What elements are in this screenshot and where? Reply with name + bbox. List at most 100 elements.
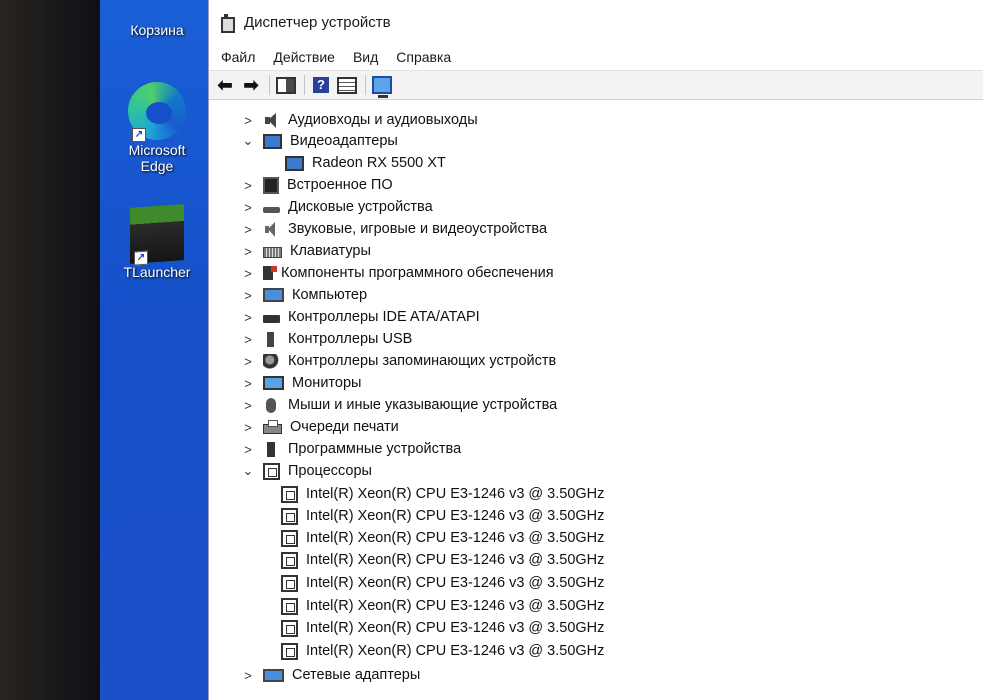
device-label: Intel(R) Xeon(R) CPU E3-1246 v3 @ 3.50GH… <box>306 598 605 614</box>
menu-help[interactable]: Справка <box>396 49 451 65</box>
menu-file[interactable]: Файл <box>221 49 255 65</box>
recycle-bin-shortcut[interactable]: Корзина <box>112 22 202 38</box>
tree-category-usb[interactable]: > Контроллеры USB <box>241 329 412 349</box>
network-adapter-icon <box>263 668 284 682</box>
tree-category-mice[interactable]: > Мыши и иные указывающие устройства <box>241 395 557 415</box>
sound-icon <box>263 221 280 237</box>
tree-category-software-components[interactable]: > Компоненты программного обеспечения <box>241 263 553 283</box>
recycle-bin-label: Корзина <box>130 22 184 38</box>
monitor-icon <box>263 376 284 390</box>
menu-action[interactable]: Действие <box>273 49 335 65</box>
audio-icon <box>263 112 280 128</box>
expand-chevron-icon[interactable]: > <box>241 354 255 369</box>
software-device-icon <box>267 441 275 457</box>
device-label: Intel(R) Xeon(R) CPU E3-1246 v3 @ 3.50GH… <box>306 552 605 568</box>
printer-icon <box>263 420 282 434</box>
device-label: Radeon RX 5500 XT <box>312 155 446 171</box>
category-label: Компьютер <box>292 287 368 303</box>
tree-category-network-adapters[interactable]: > Сетевые адаптеры <box>241 665 420 685</box>
tree-category-processors[interactable]: ⌄ Процессоры <box>241 461 372 481</box>
toolbar-separator <box>269 75 270 95</box>
tlauncher-label: TLauncher <box>123 264 191 280</box>
tree-category-audio[interactable]: > Аудиовходы и аудиовыходы <box>241 110 477 130</box>
tree-category-disk-drives[interactable]: > Дисковые устройства <box>241 197 433 217</box>
properties-button[interactable] <box>337 76 357 94</box>
show-hide-tree-button[interactable] <box>276 76 296 94</box>
device-label: Intel(R) Xeon(R) CPU E3-1246 v3 @ 3.50GH… <box>306 530 605 546</box>
display-adapter-icon <box>263 133 282 149</box>
tree-device-cpu[interactable]: Intel(R) Xeon(R) CPU E3-1246 v3 @ 3.50GH… <box>281 506 604 526</box>
expand-chevron-icon[interactable]: > <box>241 200 255 215</box>
usb-icon <box>267 331 274 347</box>
expand-chevron-icon[interactable]: > <box>241 668 255 683</box>
collapse-chevron-icon[interactable]: ⌄ <box>241 133 255 149</box>
edge-shortcut[interactable]: ↗ Microsoft Edge <box>112 82 202 174</box>
tree-category-sound[interactable]: > Звуковые, игровые и видеоустройства <box>241 219 547 239</box>
category-label: Программные устройства <box>288 441 462 457</box>
expand-chevron-icon[interactable]: > <box>241 178 255 193</box>
computer-icon <box>263 288 284 302</box>
collapse-chevron-icon[interactable]: ⌄ <box>241 463 255 479</box>
tree-category-ide[interactable]: > Контроллеры IDE ATA/ATAPI <box>241 307 480 327</box>
tree-device-cpu[interactable]: Intel(R) Xeon(R) CPU E3-1246 v3 @ 3.50GH… <box>281 484 604 504</box>
expand-chevron-icon[interactable]: > <box>241 398 255 413</box>
edge-icon: ↗ <box>128 82 186 142</box>
category-label: Мониторы <box>292 375 362 391</box>
tree-category-keyboards[interactable]: > Клавиатуры <box>241 241 371 261</box>
properties-icon <box>337 76 357 94</box>
show-hide-tree-icon <box>276 76 296 94</box>
scan-hardware-button[interactable] <box>372 76 392 98</box>
device-label: Intel(R) Xeon(R) CPU E3-1246 v3 @ 3.50GH… <box>306 575 605 591</box>
tree-category-display-adapters[interactable]: ⌄ Видеоадаптеры <box>241 131 398 151</box>
ide-controller-icon <box>263 315 280 323</box>
cpu-icon <box>263 462 280 480</box>
help-button[interactable]: ? <box>311 76 331 94</box>
cpu-icon <box>281 551 298 569</box>
tree-device-gpu[interactable]: Radeon RX 5500 XT <box>285 153 446 173</box>
tree-device-cpu[interactable]: Intel(R) Xeon(R) CPU E3-1246 v3 @ 3.50GH… <box>281 550 604 570</box>
expand-chevron-icon[interactable]: > <box>241 244 255 259</box>
expand-chevron-icon[interactable]: > <box>241 310 255 325</box>
expand-chevron-icon[interactable]: > <box>241 420 255 435</box>
device-manager-icon <box>221 14 235 33</box>
toolbar-separator <box>304 75 305 95</box>
category-label: Дисковые устройства <box>288 199 433 215</box>
shortcut-arrow-icon: ↗ <box>132 128 146 142</box>
category-label: Контроллеры IDE ATA/ATAPI <box>288 309 480 325</box>
tree-device-cpu[interactable]: Intel(R) Xeon(R) CPU E3-1246 v3 @ 3.50GH… <box>281 618 604 638</box>
expand-chevron-icon[interactable]: > <box>241 332 255 347</box>
expand-chevron-icon[interactable]: > <box>241 288 255 303</box>
tree-device-cpu[interactable]: Intel(R) Xeon(R) CPU E3-1246 v3 @ 3.50GH… <box>281 641 604 661</box>
category-label: Звуковые, игровые и видеоустройства <box>288 221 548 237</box>
device-label: Intel(R) Xeon(R) CPU E3-1246 v3 @ 3.50GH… <box>306 643 605 659</box>
tree-device-cpu[interactable]: Intel(R) Xeon(R) CPU E3-1246 v3 @ 3.50GH… <box>281 528 604 548</box>
tree-device-cpu[interactable]: Intel(R) Xeon(R) CPU E3-1246 v3 @ 3.50GH… <box>281 573 604 593</box>
expand-chevron-icon[interactable]: > <box>241 222 255 237</box>
category-label: Контроллеры USB <box>288 331 413 347</box>
back-icon[interactable]: ⬅ <box>215 75 235 95</box>
scan-hardware-icon <box>372 76 392 98</box>
tree-category-computer[interactable]: > Компьютер <box>241 285 367 305</box>
tree-category-software-devices[interactable]: > Программные устройства <box>241 439 461 459</box>
device-label: Intel(R) Xeon(R) CPU E3-1246 v3 @ 3.50GH… <box>306 486 605 502</box>
expand-chevron-icon[interactable]: > <box>241 266 255 281</box>
cpu-icon <box>281 619 298 637</box>
device-tree: > Аудиовходы и аудиовыходы ⌄ Видеоадапте… <box>209 100 983 700</box>
tree-device-cpu[interactable]: Intel(R) Xeon(R) CPU E3-1246 v3 @ 3.50GH… <box>281 596 604 616</box>
tree-category-print-queues[interactable]: > Очереди печати <box>241 417 399 437</box>
tlauncher-shortcut[interactable]: ↗ TLauncher <box>112 204 202 280</box>
expand-chevron-icon[interactable]: > <box>241 113 255 128</box>
software-component-icon <box>263 266 277 280</box>
expand-chevron-icon[interactable]: > <box>241 376 255 391</box>
menu-view[interactable]: Вид <box>353 49 378 65</box>
category-label: Сетевые адаптеры <box>292 667 421 683</box>
tree-category-storage-controllers[interactable]: > Контроллеры запоминающих устройств <box>241 351 556 371</box>
tree-category-monitors[interactable]: > Мониторы <box>241 373 361 393</box>
monitor-bezel <box>0 0 100 700</box>
menu-bar: Файл Действие Вид Справка <box>209 44 983 70</box>
device-label: Intel(R) Xeon(R) CPU E3-1246 v3 @ 3.50GH… <box>306 620 605 636</box>
expand-chevron-icon[interactable]: > <box>241 442 255 457</box>
tlauncher-icon: ↗ <box>130 204 184 266</box>
forward-icon[interactable]: ➡ <box>241 75 261 95</box>
tree-category-firmware[interactable]: > Встроенное ПО <box>241 175 393 195</box>
